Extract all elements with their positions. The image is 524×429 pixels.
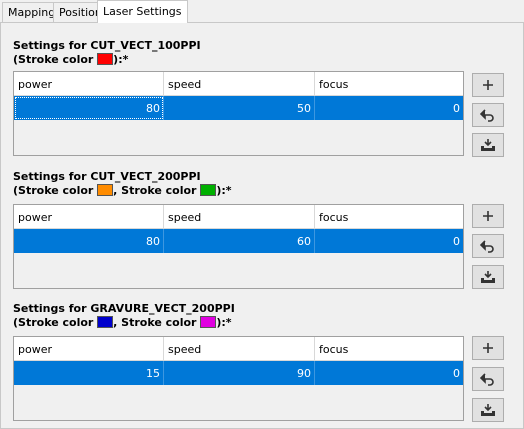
group-title-cut-vect-200ppi: Settings for CUT_VECT_200PPI (Stroke col… bbox=[13, 170, 232, 198]
column-header-speed[interactable]: speed bbox=[164, 337, 315, 361]
group-title-gravure-vect-200ppi: Settings for GRAVURE_VECT_200PPI (Stroke… bbox=[13, 302, 235, 330]
reset-button[interactable] bbox=[472, 367, 504, 391]
add-row-button[interactable] bbox=[472, 336, 504, 360]
cell-focus[interactable]: 0 bbox=[315, 361, 463, 385]
table-header: power speed focus bbox=[14, 337, 463, 361]
stroke-line: (Stroke color ):* bbox=[13, 53, 129, 66]
stroke-color-swatch bbox=[200, 316, 217, 328]
group-name: Settings for GRAVURE_VECT_200PPI bbox=[13, 302, 235, 315]
plus-icon bbox=[483, 343, 493, 353]
save-tray-icon bbox=[481, 404, 495, 416]
settings-table-gravure-vect-200ppi: power speed focus 15 90 0 bbox=[13, 336, 464, 421]
column-header-power[interactable]: power bbox=[14, 205, 164, 229]
tab-bar: Mapping Position Laser Settings bbox=[0, 0, 524, 23]
group-name: Settings for CUT_VECT_100PPI bbox=[13, 39, 201, 52]
undo-arrow-icon bbox=[480, 373, 494, 386]
cell-power[interactable]: 80 bbox=[14, 96, 164, 120]
cell-speed[interactable]: 90 bbox=[164, 361, 315, 385]
add-row-button[interactable] bbox=[472, 204, 504, 228]
undo-arrow-icon bbox=[480, 240, 494, 253]
reset-button[interactable] bbox=[472, 234, 504, 258]
tab-laser-settings[interactable]: Laser Settings bbox=[97, 0, 188, 23]
table-row[interactable]: 80 60 0 bbox=[14, 229, 463, 253]
column-header-power[interactable]: power bbox=[14, 337, 164, 361]
settings-table-cut-vect-200ppi: power speed focus 80 60 0 bbox=[13, 204, 464, 289]
plus-icon bbox=[483, 80, 493, 90]
save-button[interactable] bbox=[472, 398, 504, 422]
table-row[interactable]: 80 50 0 bbox=[14, 96, 463, 120]
group-name: Settings for CUT_VECT_200PPI bbox=[13, 170, 201, 183]
column-header-focus[interactable]: focus bbox=[315, 337, 463, 361]
cell-speed[interactable]: 60 bbox=[164, 229, 315, 253]
cell-power[interactable]: 15 bbox=[14, 361, 164, 385]
cell-power[interactable]: 80 bbox=[14, 229, 164, 253]
column-header-focus[interactable]: focus bbox=[315, 72, 463, 96]
reset-button[interactable] bbox=[472, 103, 504, 127]
save-tray-icon bbox=[481, 139, 495, 151]
cell-focus[interactable]: 0 bbox=[315, 96, 463, 120]
stroke-color-swatch bbox=[97, 53, 114, 65]
table-header: power speed focus bbox=[14, 72, 463, 96]
stroke-color-swatch bbox=[97, 184, 114, 196]
settings-table-cut-vect-100ppi: power speed focus 80 50 0 bbox=[13, 71, 464, 156]
column-header-power[interactable]: power bbox=[14, 72, 164, 96]
group-title-cut-vect-100ppi: Settings for CUT_VECT_100PPI (Stroke col… bbox=[13, 39, 201, 67]
laser-settings-pane: Settings for CUT_VECT_100PPI (Stroke col… bbox=[0, 22, 524, 429]
stroke-color-swatch bbox=[97, 316, 114, 328]
column-header-speed[interactable]: speed bbox=[164, 72, 315, 96]
plus-icon bbox=[483, 211, 493, 221]
save-button[interactable] bbox=[472, 133, 504, 157]
stroke-line: (Stroke color , Stroke color ):* bbox=[13, 316, 232, 329]
save-tray-icon bbox=[481, 271, 495, 283]
column-header-speed[interactable]: speed bbox=[164, 205, 315, 229]
table-header: power speed focus bbox=[14, 205, 463, 229]
column-header-focus[interactable]: focus bbox=[315, 205, 463, 229]
add-row-button[interactable] bbox=[472, 73, 504, 97]
cell-focus[interactable]: 0 bbox=[315, 229, 463, 253]
undo-arrow-icon bbox=[480, 109, 494, 122]
table-row[interactable]: 15 90 0 bbox=[14, 361, 463, 385]
stroke-color-swatch bbox=[200, 184, 217, 196]
save-button[interactable] bbox=[472, 265, 504, 289]
cell-speed[interactable]: 50 bbox=[164, 96, 315, 120]
stroke-line: (Stroke color , Stroke color ):* bbox=[13, 184, 232, 197]
